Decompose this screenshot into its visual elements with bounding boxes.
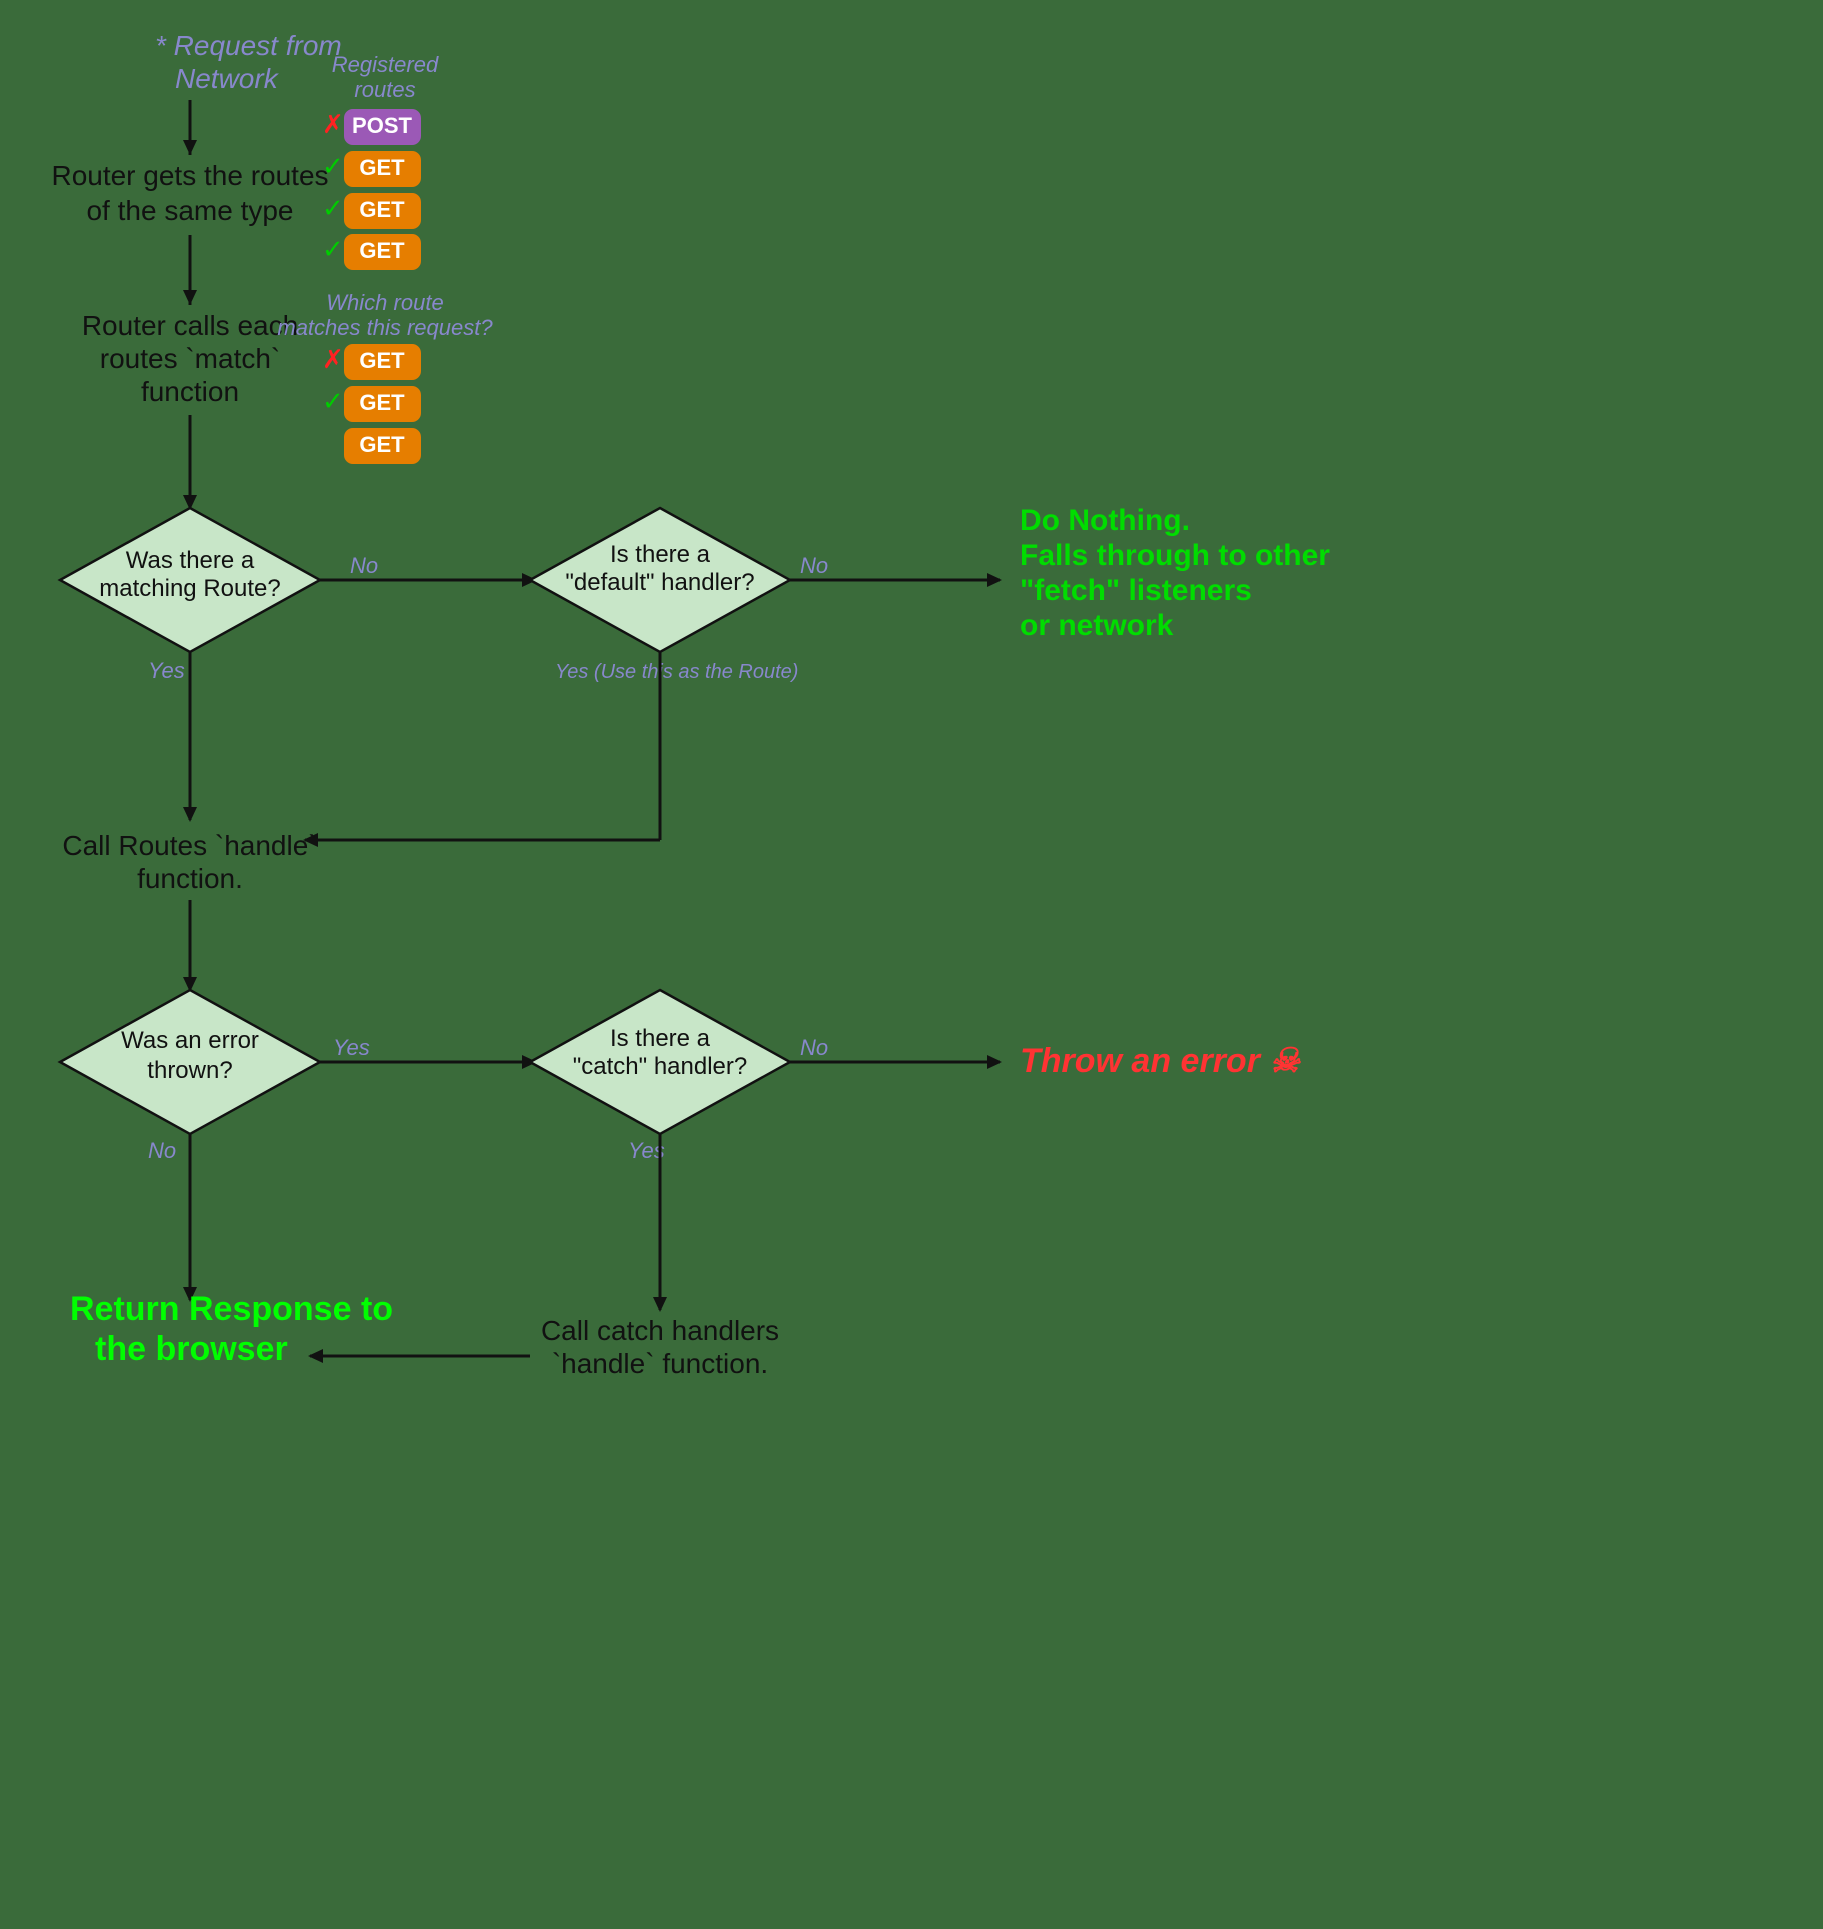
svg-text:Was an error: Was an error <box>121 1027 259 1054</box>
svg-text:✗: ✗ <box>322 344 344 374</box>
svg-text:"default" handler?: "default" handler? <box>565 569 754 596</box>
request-network-label: * Request from <box>155 30 342 61</box>
svg-text:GET: GET <box>359 155 405 180</box>
svg-text:function.: function. <box>137 863 243 894</box>
svg-text:✓: ✓ <box>322 234 344 264</box>
svg-text:matching Route?: matching Route? <box>99 575 280 602</box>
svg-text:No: No <box>800 1035 828 1060</box>
svg-text:Yes: Yes <box>333 1035 370 1060</box>
svg-text:✓: ✓ <box>322 151 344 181</box>
svg-text:Call catch handlers: Call catch handlers <box>541 1315 779 1346</box>
svg-text:Which route: Which route <box>326 290 443 315</box>
svg-text:Call Routes `handle`: Call Routes `handle` <box>62 830 317 861</box>
svg-text:Router gets the routes: Router gets the routes <box>51 160 328 191</box>
svg-text:the browser: the browser <box>95 1330 288 1368</box>
svg-text:POST: POST <box>352 113 412 138</box>
svg-text:GET: GET <box>359 238 405 263</box>
svg-text:✗: ✗ <box>322 109 344 139</box>
svg-text:Yes: Yes <box>148 658 185 683</box>
svg-text:GET: GET <box>359 197 405 222</box>
svg-text:thrown?: thrown? <box>147 1057 232 1084</box>
svg-text:Yes (Use this as the Route): Yes (Use this as the Route) <box>555 661 798 683</box>
svg-text:Registered: Registered <box>332 52 439 77</box>
svg-text:"fetch" listeners: "fetch" listeners <box>1020 574 1252 607</box>
svg-text:GET: GET <box>359 390 405 415</box>
svg-text:No: No <box>800 553 828 578</box>
svg-text:No: No <box>148 1138 176 1163</box>
svg-text:Router calls each: Router calls each <box>82 310 298 341</box>
flowchart-diagram: * Request from Network Router gets the r… <box>0 0 1823 1925</box>
svg-text:✓: ✓ <box>322 386 344 416</box>
svg-text:Falls through to other: Falls through to other <box>1020 539 1330 572</box>
svg-text:or network: or network <box>1020 609 1174 642</box>
svg-text:`handle` function.: `handle` function. <box>552 1348 768 1379</box>
svg-text:matches this request?: matches this request? <box>277 315 493 340</box>
svg-text:"catch" handler?: "catch" handler? <box>573 1053 747 1080</box>
svg-text:function: function <box>141 376 239 407</box>
svg-text:GET: GET <box>359 348 405 373</box>
svg-text:Was there a: Was there a <box>126 547 255 574</box>
svg-text:Throw an error ☠: Throw an error ☠ <box>1020 1042 1301 1080</box>
svg-text:Is there a: Is there a <box>610 541 711 568</box>
svg-text:routes `match`: routes `match` <box>100 343 281 374</box>
svg-text:Return Response to: Return Response to <box>70 1290 393 1328</box>
svg-text:routes: routes <box>354 77 415 102</box>
svg-text:of the same type: of the same type <box>86 195 293 226</box>
svg-text:Network: Network <box>175 63 280 94</box>
svg-text:✓: ✓ <box>322 193 344 223</box>
svg-text:Do Nothing.: Do Nothing. <box>1020 504 1190 537</box>
svg-text:Is there a: Is there a <box>610 1025 711 1052</box>
svg-text:GET: GET <box>359 432 405 457</box>
svg-text:No: No <box>350 553 378 578</box>
